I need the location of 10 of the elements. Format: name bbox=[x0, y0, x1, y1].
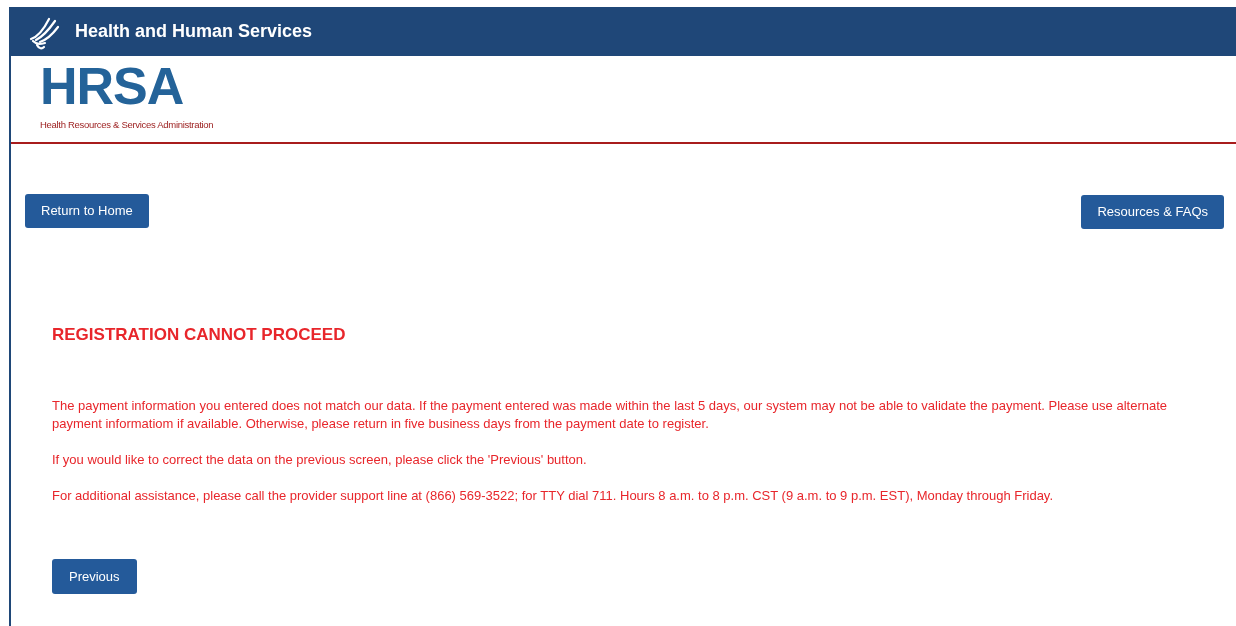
logo-tagline: Health Resources & Services Administration bbox=[40, 118, 214, 132]
header-title: Health and Human Services bbox=[75, 20, 313, 43]
previous-button[interactable]: Previous bbox=[52, 558, 137, 595]
message-paragraph: The payment information you entered does not match our data. If the payment entered was made within the last 5 days, our system may not be able to validate the payment. Please use alternate payment informatiom if available. Otherwise, please return in five business days from the payment date to register. bbox=[52, 396, 1169, 433]
home-button[interactable]: Return to Home bbox=[25, 194, 149, 228]
message-paragraph: For additional assistance, please call the provider support line at (866) 569-3522; for TTY dial 711. Hours 8 a.m. to 8 p.m. CST (9 a.m. to 9 p.m. EST), Monday through Friday. bbox=[52, 486, 1054, 505]
resources-button[interactable]: Resources & FAQs bbox=[1081, 195, 1224, 229]
logo-acronym: HRSA bbox=[40, 64, 184, 108]
error-heading: REGISTRATION CANNOT PROCEED bbox=[52, 324, 347, 345]
message-paragraph: If you would like to correct the data on the previous screen, please click the 'Previous' button. bbox=[52, 450, 588, 469]
